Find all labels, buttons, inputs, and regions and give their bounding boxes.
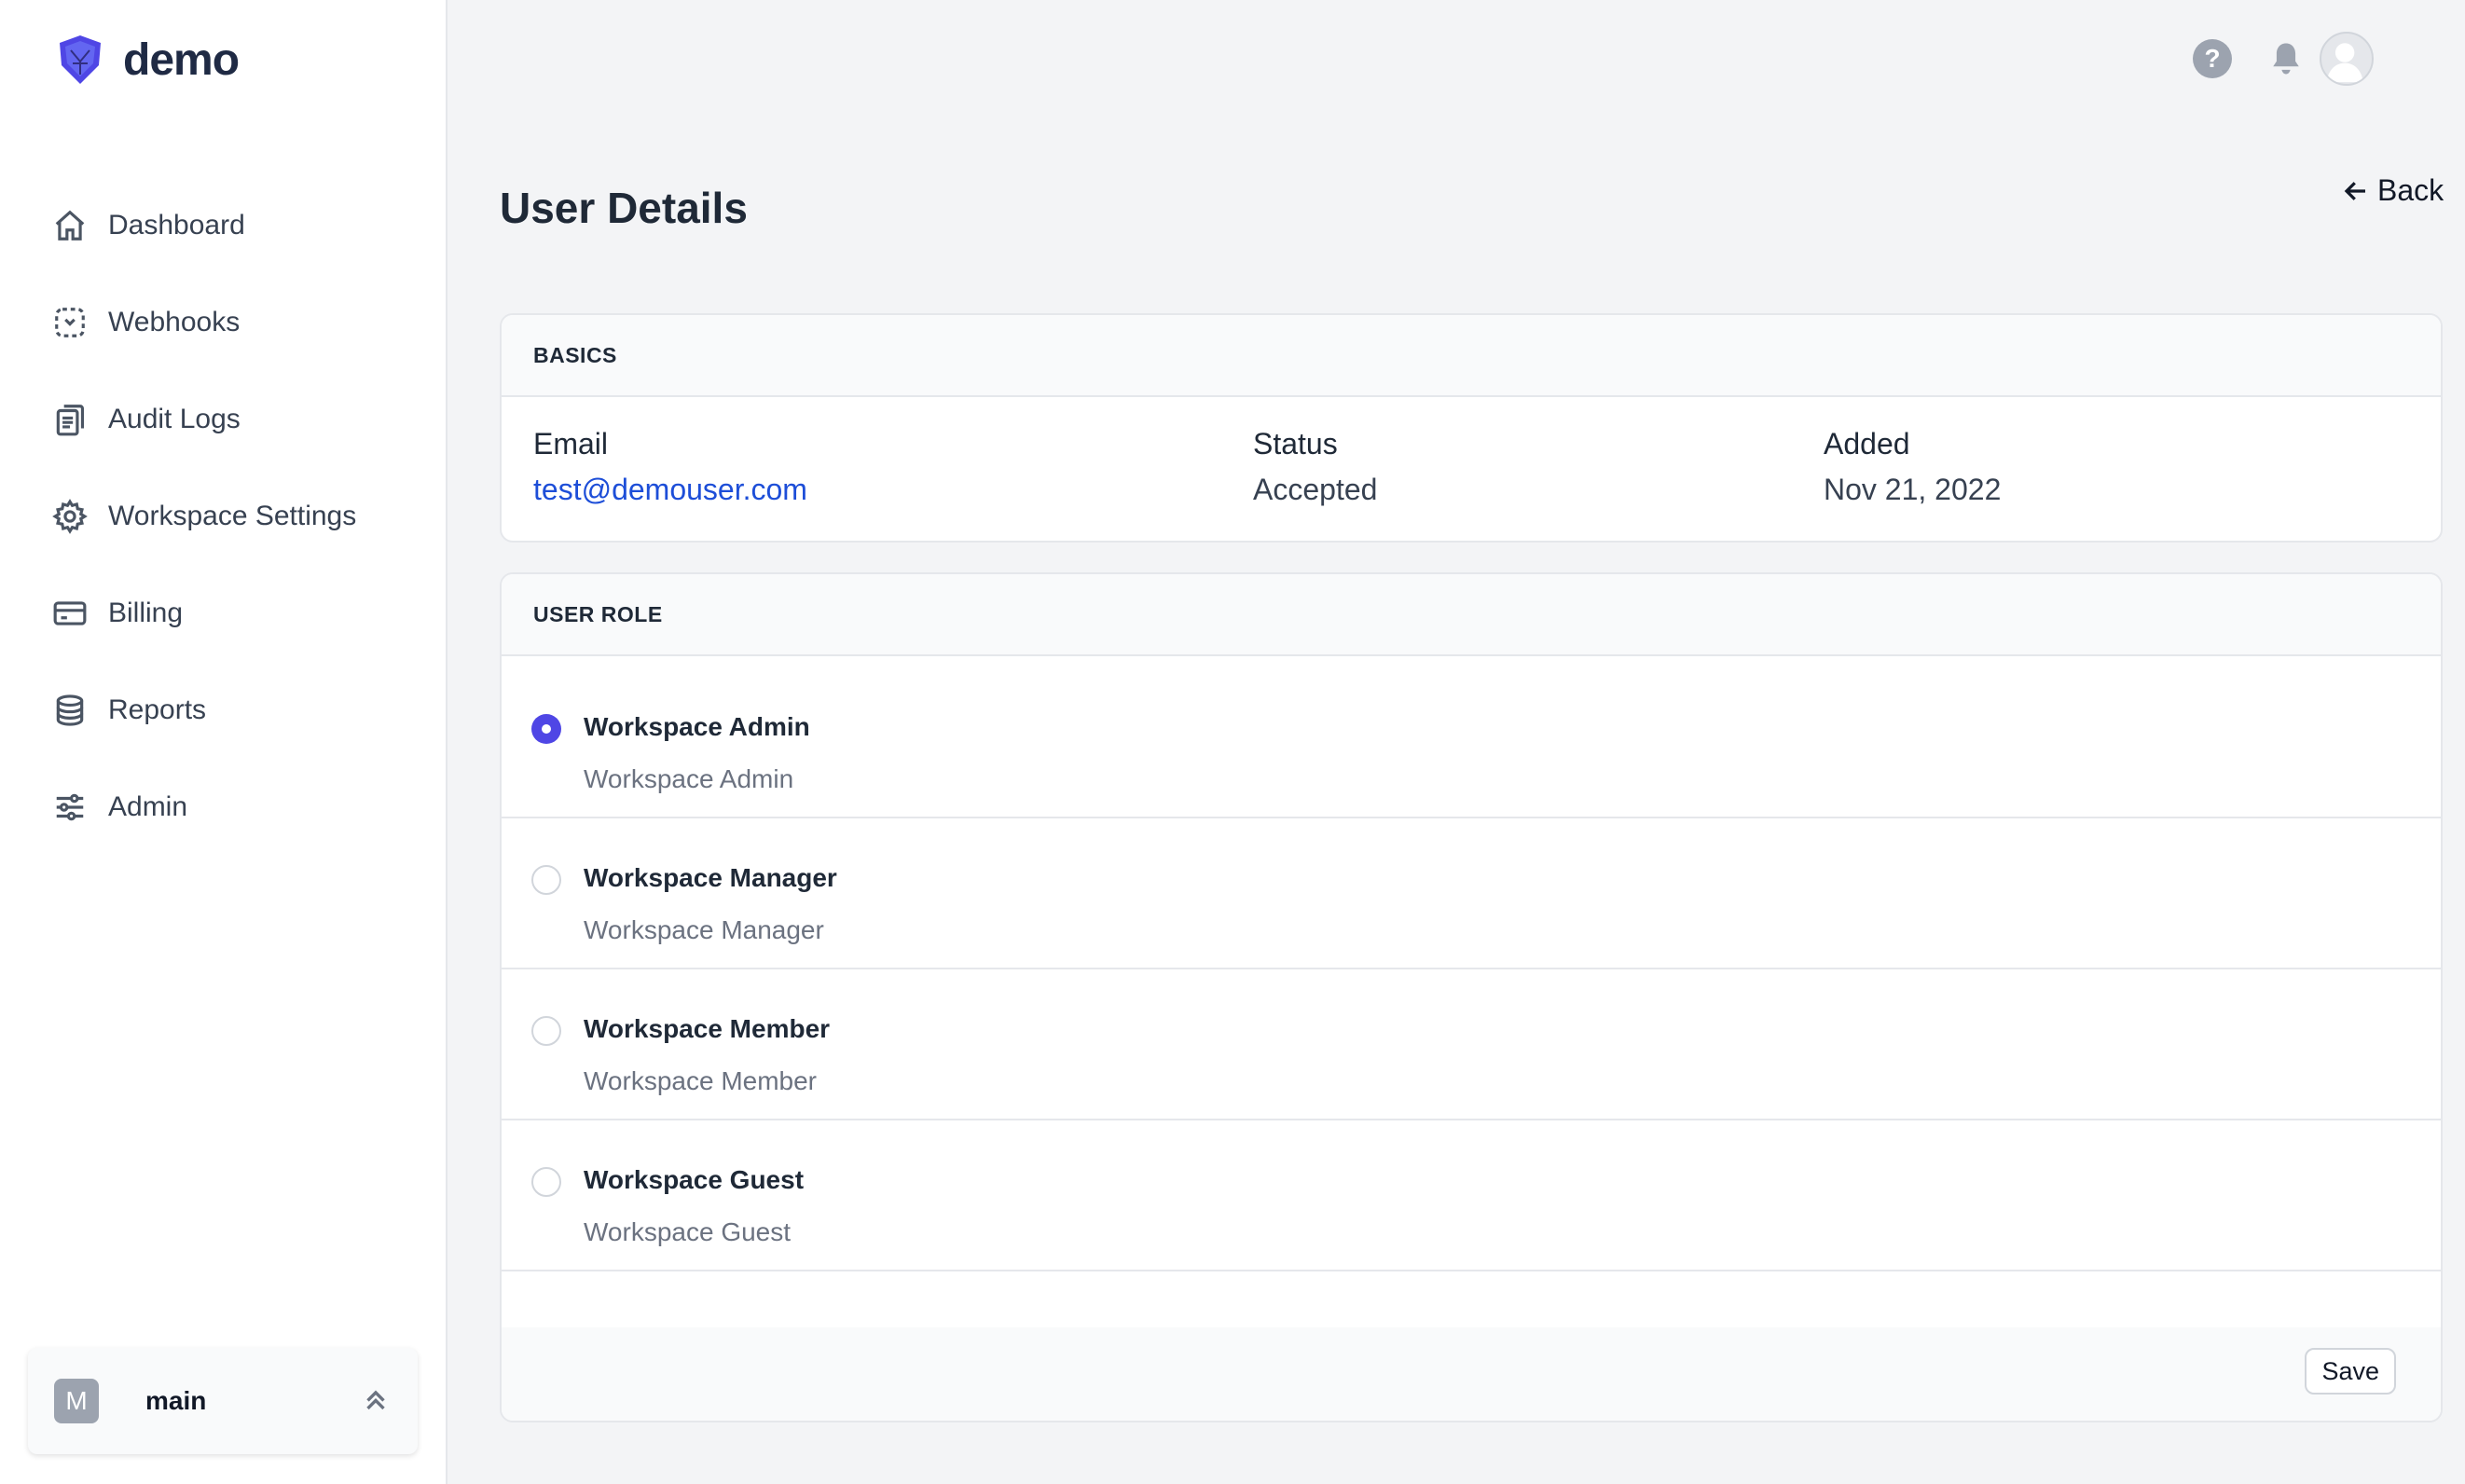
back-link[interactable]: Back — [2342, 173, 2444, 208]
user-role-card: USER ROLE Workspace Admin Workspace Admi… — [500, 572, 2443, 1422]
status-label: Status — [1253, 427, 1338, 460]
sidebar-item-billing[interactable]: Billing — [52, 565, 425, 662]
workspace-name: main — [145, 1386, 207, 1415]
chevron-up-double-icon — [360, 1383, 392, 1420]
help-icon[interactable]: ? — [2193, 39, 2232, 78]
added-value: Nov 21, 2022 — [1824, 473, 2002, 506]
role-title: Workspace Admin — [584, 712, 810, 741]
database-icon — [56, 694, 84, 726]
status-field: Status Accepted — [1253, 427, 1377, 507]
brand[interactable]: demo — [56, 34, 240, 86]
card-footer: Save — [502, 1327, 2441, 1421]
sidebar-item-label: Webhooks — [108, 307, 241, 337]
sidebar-item-reports[interactable]: Reports — [52, 662, 425, 759]
back-label: Back — [2377, 173, 2444, 207]
role-radio[interactable] — [531, 714, 561, 744]
sidebar-item-label: Dashboard — [108, 210, 245, 240]
workspace-avatar: M — [54, 1379, 99, 1423]
brand-logo-icon — [60, 35, 101, 84]
sliders-icon — [56, 793, 84, 821]
save-button[interactable]: Save — [2305, 1348, 2396, 1395]
sidebar-item-label: Reports — [108, 694, 207, 725]
sidebar-item-label: Audit Logs — [108, 404, 241, 434]
email-link[interactable]: test@demouser.com — [533, 473, 807, 507]
role-title: Workspace Guest — [584, 1165, 805, 1194]
workspace-switcher[interactable]: M main — [28, 1348, 418, 1454]
user-role-header: USER ROLE — [502, 574, 2441, 656]
sidebar-item-workspace-settings[interactable]: Workspace Settings — [52, 468, 425, 565]
page-title: User Details — [500, 184, 748, 232]
basics-header: BASICS — [502, 315, 2441, 397]
role-radio[interactable] — [531, 1167, 561, 1197]
sidebar-item-webhooks[interactable]: Webhooks — [52, 274, 425, 371]
sidebar-nav: Dashboard Webhooks Audit Logs Workspace … — [52, 177, 425, 856]
role-radio[interactable] — [531, 1016, 561, 1046]
role-description: Workspace Manager — [584, 915, 824, 944]
credit-card-icon — [53, 601, 87, 625]
role-description: Workspace Guest — [584, 1217, 792, 1246]
role-option-workspace-guest[interactable]: Workspace Guest Workspace Guest — [502, 1120, 2441, 1271]
user-avatar[interactable] — [2320, 32, 2374, 86]
email-label: Email — [533, 427, 609, 460]
email-field: Email test@demouser.com — [533, 427, 807, 507]
role-radio[interactable] — [531, 865, 561, 895]
arrow-left-icon — [2344, 181, 2365, 200]
user-silhouette-icon — [2326, 43, 2363, 83]
clipboard-icon — [56, 405, 85, 436]
sidebar: demo Dashboard Webhooks Audit Logs Works… — [0, 0, 448, 1484]
role-title: Workspace Manager — [584, 863, 837, 892]
role-option-workspace-manager[interactable]: Workspace Manager Workspace Manager — [502, 818, 2441, 969]
added-label: Added — [1824, 427, 1910, 460]
bell-icon[interactable] — [2265, 37, 2307, 80]
basics-card: BASICS Email test@demouser.com Status Ac… — [500, 313, 2443, 543]
role-description: Workspace Member — [584, 1066, 818, 1095]
added-field: Added Nov 21, 2022 — [1824, 427, 2001, 507]
gear-icon — [52, 499, 88, 534]
webhook-icon — [55, 308, 85, 337]
role-option-workspace-admin[interactable]: Workspace Admin Workspace Admin — [502, 667, 2441, 818]
status-value: Accepted — [1253, 473, 1378, 506]
brand-name: demo — [123, 34, 240, 85]
sidebar-item-label: Admin — [108, 791, 188, 822]
sidebar-item-label: Billing — [108, 598, 184, 628]
sidebar-item-label: Workspace Settings — [108, 501, 357, 531]
sidebar-item-audit-logs[interactable]: Audit Logs — [52, 371, 425, 468]
role-description: Workspace Admin — [584, 764, 794, 793]
role-option-workspace-member[interactable]: Workspace Member Workspace Member — [502, 969, 2441, 1120]
home-icon — [55, 210, 85, 240]
sidebar-item-admin[interactable]: Admin — [52, 759, 425, 856]
sidebar-item-dashboard[interactable]: Dashboard — [52, 177, 425, 274]
role-title: Workspace Member — [584, 1014, 831, 1043]
